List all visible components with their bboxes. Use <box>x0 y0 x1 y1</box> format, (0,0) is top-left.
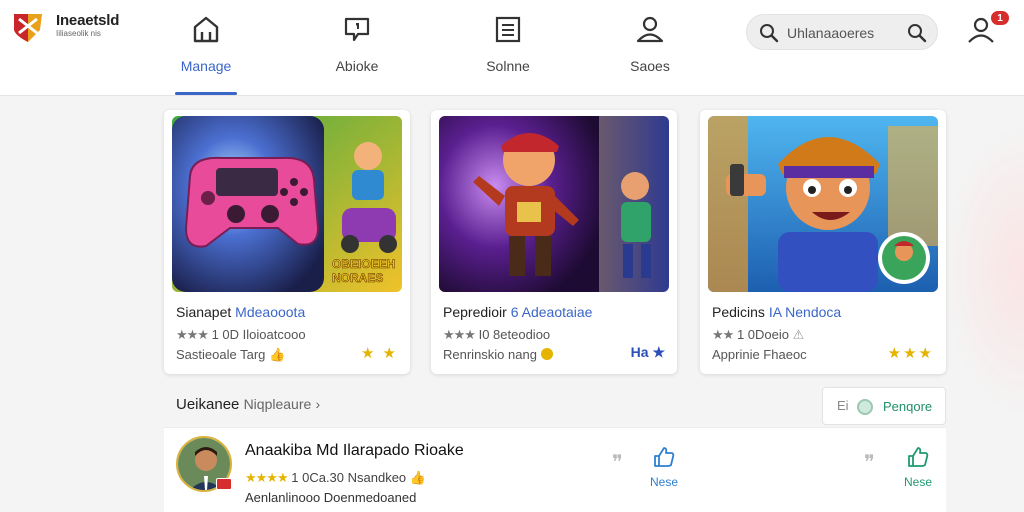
shield-logo-icon <box>14 14 42 42</box>
document-icon <box>495 16 521 43</box>
thumbs-up-icon <box>654 447 675 467</box>
rating-stars: ★★ <box>712 327 734 342</box>
like-button[interactable]: Nese <box>642 446 686 492</box>
card-title: Sianapet Mdeaooota <box>176 304 305 320</box>
section-more-link[interactable]: Niqpleaure <box>244 396 312 412</box>
card-meta: ★★★ I0 8eteodioo <box>443 327 550 343</box>
quote-icon: ❞ <box>864 450 875 474</box>
card-rating-stars: ★ ★ <box>360 345 398 362</box>
svg-text:OBEIOEEH: OBEIOEEH <box>332 257 395 271</box>
filter-button[interactable]: Ei Penqore <box>822 387 946 425</box>
filter-icon: Ei <box>837 398 849 413</box>
card-title-main: Pepredioir <box>443 304 507 320</box>
search-icon <box>760 24 779 43</box>
thumbs-up-icon <box>908 447 929 467</box>
message-icon <box>344 17 370 42</box>
card-meta-text: 1 0D Iloioatcooo <box>211 327 306 342</box>
warning-icon: ⚠ <box>792 327 805 342</box>
search-icon[interactable] <box>907 23 927 43</box>
card-subtitle: Sastieoale Targ 👍 <box>176 347 285 363</box>
list-item-meta: ★★★★ 1 0Ca.30 Nsandkeo 👍 <box>245 470 426 486</box>
game-card[interactable]: Pepredioir 6 Adeaotaiae ★★★ I0 8eteodioo… <box>431 110 677 374</box>
profile-button[interactable]: 1 <box>966 10 1010 50</box>
quote-icon: ❞ <box>612 450 623 474</box>
section-title-row[interactable]: Ueikanee Niqpleaure › <box>176 396 320 413</box>
card-meta: ★★ 1 0Doeio ⚠ <box>712 327 804 343</box>
list-item-subtitle: Aenlanlinooo Doenmedoaned <box>245 490 417 505</box>
list-item[interactable]: Anaakiba Md Ilarapado Rioake ★★★★ 1 0Ca.… <box>164 427 946 512</box>
card-rating-label: Ha ★ <box>630 344 665 360</box>
card-meta-text: 1 0Doeio <box>736 327 789 342</box>
avatar-flag-icon <box>216 478 232 490</box>
nav-item-solnne[interactable]: Solnne <box>463 14 553 96</box>
background-glow <box>940 120 1024 420</box>
card-meta: ★★★ 1 0D Iloioatcooo <box>176 327 306 343</box>
toggle-dot-icon <box>857 399 873 415</box>
card-title: Pepredioir 6 Adeaotaiae <box>443 304 592 320</box>
app-subtitle: Iiliaseolik nis <box>56 29 101 38</box>
top-header: Ineaetsld Iiliaseolik nis Manage Abioke … <box>0 0 1024 96</box>
card-sub-text: Apprinie Fhaeoc <box>712 347 807 362</box>
filter-label: Penqore <box>883 399 933 414</box>
svg-text:NORAES: NORAES <box>332 271 383 285</box>
like-label: Nese <box>903 475 932 489</box>
game-thumbnail <box>708 116 938 292</box>
card-title-accent: IA Nendoca <box>768 304 842 320</box>
like-button[interactable]: Nese <box>896 446 940 492</box>
nav-label: Manage <box>180 58 232 74</box>
section-title: Ueikanee <box>176 396 240 413</box>
user-icon <box>636 16 664 43</box>
chevron-right-icon: › <box>315 396 321 412</box>
card-title-main: Sianapet <box>176 304 232 320</box>
house-icon <box>193 16 219 43</box>
card-meta-text: I0 8eteodioo <box>478 327 551 342</box>
game-thumbnail <box>439 116 669 292</box>
game-card[interactable]: Pedicins IA Nendoca ★★ 1 0Doeio ⚠ Apprin… <box>700 110 946 374</box>
card-title-accent: 6 Adeaotaiae <box>510 304 593 320</box>
list-item-title: Anaakiba Md Ilarapado Rioake <box>245 442 464 459</box>
card-title-main: Pedicins <box>712 304 765 320</box>
nav-item-manage[interactable]: Manage <box>161 14 251 96</box>
card-sub-text: Sastieoale Targ <box>176 347 266 362</box>
game-thumbnail: OBEIOEEH NORAES <box>172 116 402 292</box>
coin-icon <box>540 348 553 360</box>
list-item-meta-text: 1 0Ca.30 Nsandkeo <box>291 470 407 485</box>
card-subtitle: Apprinie Fhaeoc <box>712 347 807 362</box>
like-label: Nese <box>649 475 678 489</box>
card-subtitle: Renrinskio nang <box>443 347 553 362</box>
rating-stars: ★★★ <box>176 327 209 342</box>
thumb-icon: 👍 <box>269 347 286 362</box>
card-title: Pedicins IA Nendoca <box>712 304 841 320</box>
card-sub-text: Renrinskio nang <box>443 347 537 362</box>
nav-item-saoes[interactable]: Saoes <box>605 14 695 96</box>
active-tab-indicator <box>175 92 237 95</box>
search-bar[interactable] <box>746 14 938 50</box>
nav-label: Abioke <box>335 58 379 74</box>
rating-stars: ★★★★ <box>245 470 289 485</box>
rating-stars: ★★★ <box>443 327 476 342</box>
app-name: Ineaetsld <box>56 12 120 29</box>
nav-item-abioke[interactable]: Abioke <box>312 14 402 96</box>
nav-label: Saoes <box>630 58 670 74</box>
game-card[interactable]: OBEIOEEH NORAES Sianapet Mdeaooota ★★★ 1… <box>164 110 410 374</box>
card-title-accent: Mdeaooota <box>235 304 306 320</box>
thumb-icon: 👍 <box>409 470 426 485</box>
notification-badge: 1 <box>990 10 1010 26</box>
card-rating-stars: ★★★ <box>887 345 934 362</box>
search-input[interactable] <box>787 23 897 43</box>
nav-label: Solnne <box>486 58 530 74</box>
